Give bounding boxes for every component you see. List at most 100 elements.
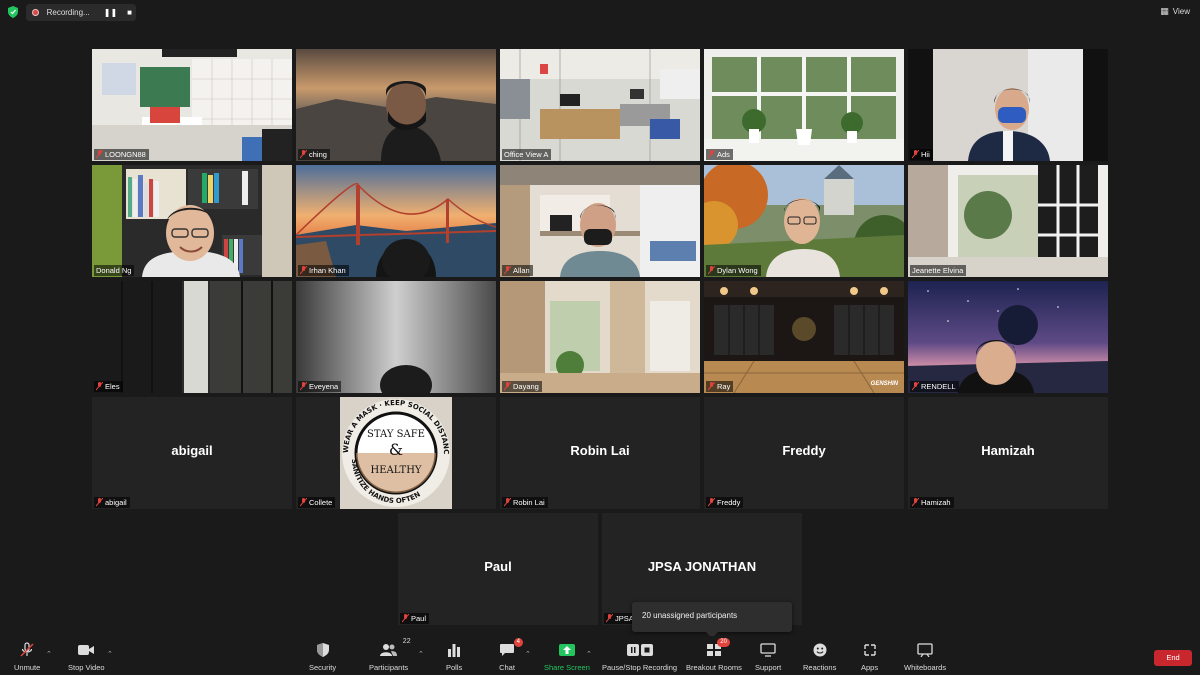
share-chevron-icon[interactable]: ⌃ <box>586 650 592 658</box>
participant-display-name: abigail <box>171 443 213 458</box>
top-bar: Recording... ❚❚ ■ ▦ View <box>0 0 1200 26</box>
video-tile-loongn[interactable]: LOONGN88 <box>92 49 292 161</box>
video-tile-ching[interactable]: ching <box>296 49 496 161</box>
muted-mic-icon <box>300 266 307 275</box>
video-tile-paul[interactable]: Paul Paul <box>398 513 598 625</box>
pause-stop-recording-button[interactable]: Pause/Stop Recording <box>602 642 677 672</box>
participant-display-name: Paul <box>484 559 512 574</box>
participant-name: JPSA <box>615 614 634 623</box>
video-tile-rendell[interactable]: RENDELL <box>908 281 1108 393</box>
muted-mic-icon <box>96 382 103 391</box>
muted-mic-icon <box>912 498 919 507</box>
microphone-muted-icon <box>20 642 34 657</box>
recording-label: Recording... <box>46 8 90 17</box>
breakout-rooms-tooltip: 20 unassigned participants <box>632 602 792 638</box>
video-tile-donald-active-speaker[interactable]: Donald Ng <box>92 165 292 277</box>
participant-name-tag: Eles <box>94 381 123 392</box>
video-tile-freddy[interactable]: Freddy Freddy <box>704 397 904 509</box>
masked-person-scene <box>908 49 1108 161</box>
grid-view-icon: ▦ <box>1160 6 1169 16</box>
video-tile-jeanette[interactable]: Jeanette Elvina <box>908 165 1108 277</box>
video-tile-irhan[interactable]: Irhan Khan <box>296 165 496 277</box>
end-meeting-button[interactable]: End <box>1154 650 1192 666</box>
video-tile-office[interactable]: Office View A <box>500 49 700 161</box>
video-tile-abigail[interactable]: abigail abigail <box>92 397 292 509</box>
participant-name-tag: Allan <box>502 265 533 276</box>
participant-name-tag: Dylan Wong <box>706 265 761 276</box>
participants-label: Participants <box>369 663 409 672</box>
view-button[interactable]: ▦ View <box>1160 6 1190 17</box>
breakout-rooms-button[interactable]: 20 Breakout Rooms <box>686 638 742 672</box>
participant-name: Freddy <box>717 498 741 507</box>
chat-button[interactable]: 4 Chat <box>499 638 523 672</box>
apps-icon <box>863 644 876 656</box>
support-button[interactable]: Support <box>755 642 781 672</box>
share-screen-button[interactable]: Share Screen <box>544 642 590 672</box>
participant-name: RENDELL <box>921 382 956 391</box>
polls-bar-chart-icon <box>448 644 461 657</box>
video-tile-ray[interactable]: GENSHIN Ray <box>704 281 904 393</box>
whiteboard-icon <box>917 643 933 657</box>
muted-mic-icon <box>504 266 511 275</box>
security-shield-icon <box>316 643 329 657</box>
audio-options-chevron-icon[interactable]: ⌃ <box>46 650 52 658</box>
window-plants-scene <box>704 49 904 161</box>
video-tile-eles[interactable]: Eles <box>92 281 292 393</box>
participant-name-tag: Collete <box>298 497 336 508</box>
participants-icon <box>379 644 397 656</box>
participant-name-tag: Office View A <box>502 149 552 160</box>
participant-display-name: Robin Lai <box>570 443 630 458</box>
polls-button[interactable]: Polls <box>446 642 462 672</box>
share-screen-arrow-icon <box>558 644 575 656</box>
participants-chevron-icon[interactable]: ⌃ <box>418 650 424 658</box>
participant-name-tag: LOONGN88 <box>94 149 149 160</box>
participant-name-tag: RENDELL <box>910 381 959 392</box>
participant-name: Robin Lai <box>513 498 545 507</box>
participant-name: Jeanette Elvina <box>912 266 964 275</box>
castle-forest-background <box>704 165 904 277</box>
chat-chevron-icon[interactable]: ⌃ <box>525 650 531 658</box>
video-tile-eveyena[interactable]: Eveyena <box>296 281 496 393</box>
participant-name: Allan <box>513 266 530 275</box>
whiteboards-button[interactable]: Whiteboards <box>904 642 946 672</box>
participants-button[interactable]: 22 Participants <box>369 638 411 672</box>
unmute-button[interactable]: Unmute <box>14 642 40 672</box>
bookshelf-scene <box>92 165 292 277</box>
stop-video-label: Stop Video <box>68 663 105 672</box>
video-options-chevron-icon[interactable]: ⌃ <box>107 650 113 658</box>
stop-video-button[interactable]: Stop Video <box>68 642 105 672</box>
shield-icon[interactable] <box>8 6 18 18</box>
chat-bubble-icon <box>500 644 514 656</box>
stop-recording-icon[interactable]: ■ <box>123 7 136 19</box>
video-tile-dylan[interactable]: Dylan Wong <box>704 165 904 277</box>
participant-name: Dylan Wong <box>717 266 758 275</box>
participant-name: Hii <box>921 150 930 159</box>
video-tile-collete[interactable]: STAY SAFE & HEALTHY WEAR A MASK · KEEP S… <box>296 397 496 509</box>
video-tile-hii[interactable]: Hii <box>908 49 1108 161</box>
modern-room-background <box>500 165 700 277</box>
video-tile-dayang[interactable]: Dayang <box>500 281 700 393</box>
participant-name-tag: Hii <box>910 149 933 160</box>
reactions-button[interactable]: Reactions <box>803 642 836 672</box>
pause-recording-icon[interactable]: ❚❚ <box>104 7 117 19</box>
video-tile-hamizah[interactable]: Hamizah Hamizah <box>908 397 1108 509</box>
support-monitor-icon <box>760 643 776 657</box>
office-scene <box>500 49 700 161</box>
muted-mic-icon <box>504 498 511 507</box>
participant-name-tag: Ads <box>706 149 733 160</box>
sunset-background <box>296 49 496 161</box>
video-tile-robin[interactable]: Robin Lai Robin Lai <box>500 397 700 509</box>
muted-mic-icon <box>708 382 715 391</box>
video-tile-ads[interactable]: Ads <box>704 49 904 161</box>
participant-name-tag: Donald Ng <box>94 265 135 276</box>
video-tile-allan[interactable]: Allan <box>500 165 700 277</box>
stay-safe-avatar: STAY SAFE & HEALTHY WEAR A MASK · KEEP S… <box>340 397 452 509</box>
participant-name-tag: Eveyena <box>298 381 342 392</box>
security-button[interactable]: Security <box>309 642 336 672</box>
apps-button[interactable]: Apps <box>861 642 878 672</box>
unmute-label: Unmute <box>14 663 41 672</box>
apps-label: Apps <box>861 663 879 672</box>
whiteboards-label: Whiteboards <box>904 663 947 672</box>
muted-mic-icon <box>300 150 307 159</box>
muted-mic-icon <box>300 498 307 507</box>
